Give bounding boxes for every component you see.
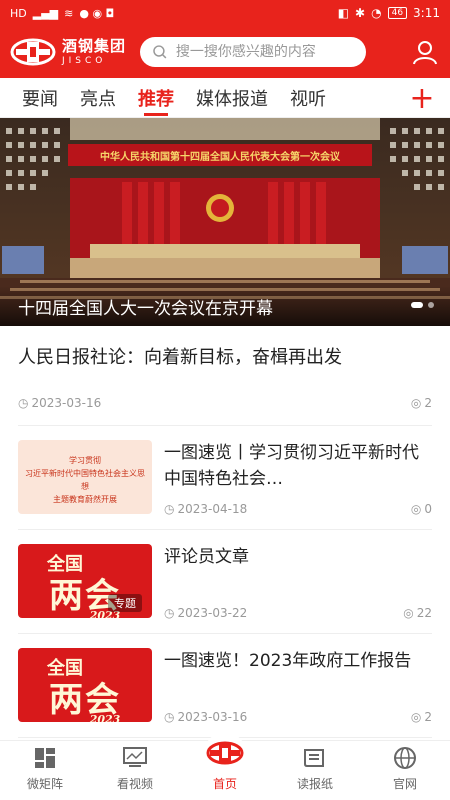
- list-item[interactable]: 全国 两会 2023 一图速览！2023年政府工作报告 ◷ 2023-03-16…: [18, 634, 432, 738]
- home-logo-icon: [203, 731, 247, 775]
- article-thumbnail: 全国 两会 2023: [18, 648, 152, 722]
- tab-yaowen[interactable]: 要闻: [22, 78, 58, 117]
- user-icon: [413, 41, 437, 65]
- view-count: 2: [424, 710, 432, 724]
- article-title: 人民日报社论：向着新目标，奋楫再出发: [18, 347, 342, 368]
- topic-tag: 专题: [108, 594, 142, 612]
- carousel-indicator: [411, 302, 434, 308]
- nav-newspaper[interactable]: 读报纸: [270, 741, 360, 800]
- search-box[interactable]: [140, 37, 367, 67]
- search-input[interactable]: [175, 44, 355, 60]
- jisco-logo-icon: [10, 38, 56, 66]
- article-title: 评论员文章: [164, 547, 249, 567]
- alarm-icon: ◔: [371, 6, 382, 20]
- nav-label: 官网: [392, 777, 417, 791]
- thumb-text: 主题教育蔚然开展: [53, 495, 117, 504]
- eye-icon: ◎: [410, 710, 422, 724]
- lead-article[interactable]: 人民日报社论：向着新目标，奋楫再出发 ◷ 2023-03-16 ◎ 2: [18, 326, 432, 426]
- newspaper-icon: [302, 745, 328, 771]
- nav-label: 首页: [212, 777, 237, 791]
- nav-website[interactable]: 官网: [360, 741, 450, 800]
- tab-meiti[interactable]: 媒体报道: [196, 78, 268, 117]
- stage-banner-text: 中华人民共和国第十四届全国人民代表大会第一次会议: [100, 151, 340, 163]
- category-tabs: 要闻 亮点 推荐 媒体报道 视听 +: [0, 78, 450, 118]
- video-icon: [122, 745, 148, 771]
- article-title: 一图速览！2023年政府工作报告: [164, 651, 412, 671]
- nfc-icon: ◧: [337, 6, 350, 20]
- brand-logo[interactable]: 酒钢集团 JISCO: [10, 38, 126, 66]
- carousel-dot: [428, 302, 434, 308]
- view-count: 22: [416, 606, 432, 620]
- network-label: HD: [10, 6, 27, 20]
- tab-liangdian[interactable]: 亮点: [80, 78, 116, 117]
- clock-icon: ◷: [164, 606, 175, 620]
- eye-icon: ◎: [403, 606, 414, 620]
- view-count: 2: [424, 396, 432, 410]
- search-icon: [153, 45, 167, 59]
- wifi-icon: ≋: [64, 6, 74, 20]
- clock-icon: ◷: [18, 396, 29, 410]
- thumb-text: 学习贯彻: [69, 456, 101, 465]
- notification-icons: ● ◉ ◘: [79, 6, 115, 20]
- nav-matrix[interactable]: 微矩阵: [0, 741, 90, 800]
- list-item[interactable]: 学习贯彻 习近平新时代中国特色社会主义思想 主题教育蔚然开展 一图速览丨学习贯彻…: [18, 426, 432, 530]
- article-date: 2023-03-16: [31, 396, 102, 410]
- eye-icon: ◎: [410, 502, 422, 516]
- eye-icon: ◎: [410, 396, 422, 410]
- clock-icon: ◷: [164, 502, 175, 516]
- news-feed: 人民日报社论：向着新目标，奋楫再出发 ◷ 2023-03-16 ◎ 2 学习贯彻…: [0, 326, 450, 738]
- list-item[interactable]: 全国 两会 2023 专题 评论员文章 ◷ 2023-03-22 ◎ 22: [18, 530, 432, 634]
- app-header: 酒钢集团 JISCO: [0, 26, 450, 78]
- article-thumbnail: 全国 两会 2023 专题: [18, 544, 152, 618]
- nav-home[interactable]: 首页: [180, 732, 270, 800]
- globe-icon: [392, 745, 418, 771]
- status-bar: HD ▂▄▆ ≋ ● ◉ ◘ ◧ ✱ ◔ 46 3:11: [0, 0, 450, 26]
- tab-tuijian[interactable]: 推荐: [138, 78, 174, 117]
- grid-icon: [32, 745, 58, 771]
- tab-shiting[interactable]: 视听: [290, 78, 326, 117]
- article-date: 2023-04-18: [177, 502, 248, 516]
- article-date: 2023-03-16: [177, 710, 248, 724]
- nav-video[interactable]: 看视频: [90, 741, 180, 800]
- view-count: 0: [424, 502, 432, 516]
- article-title: 一图速览丨学习贯彻习近平新时代中国特色社会…: [164, 443, 419, 489]
- signal-icon: ▂▄▆: [32, 6, 59, 20]
- clock-icon: ◷: [164, 710, 175, 724]
- bluetooth-icon: ✱: [355, 6, 366, 20]
- carousel-dot-active: [411, 302, 423, 308]
- article-date: 2023-03-22: [177, 606, 248, 620]
- brand-name-en: JISCO: [62, 55, 107, 66]
- thumb-text: 习近平新时代中国特色社会主义思想: [25, 469, 145, 491]
- nav-label: 看视频: [116, 777, 153, 791]
- add-channel-button[interactable]: +: [406, 80, 438, 116]
- brand-name: 酒钢集团: [62, 36, 127, 55]
- clock: 3:11: [413, 6, 440, 20]
- article-thumbnail: 学习贯彻 习近平新时代中国特色社会主义思想 主题教育蔚然开展: [18, 440, 152, 514]
- battery-icon: 46: [387, 7, 408, 19]
- user-profile-button[interactable]: [410, 37, 440, 67]
- banner-caption: 十四届全国人大一次会议在京开幕: [0, 286, 450, 326]
- plus-icon: +: [409, 80, 435, 116]
- bottom-nav: 微矩阵 看视频 首页 读报纸 官网: [0, 732, 450, 800]
- nav-label: 微矩阵: [26, 777, 63, 791]
- nav-label: 读报纸: [296, 777, 333, 791]
